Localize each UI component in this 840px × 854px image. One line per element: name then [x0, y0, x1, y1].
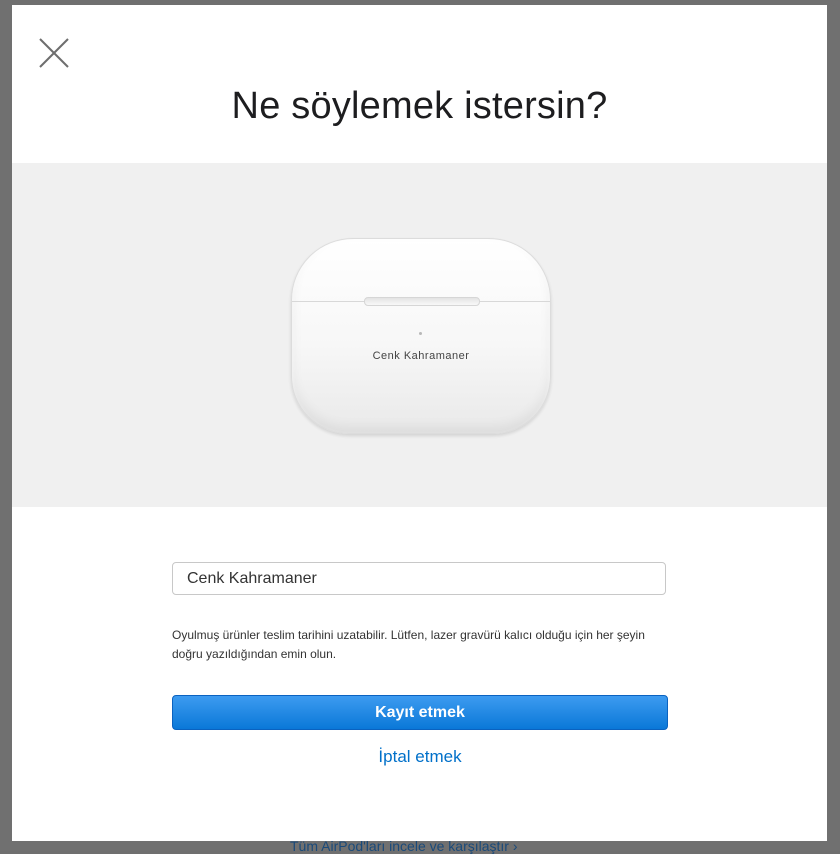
engraving-preview-text: Cenk Kahramaner [372, 350, 470, 362]
case-hinge [364, 297, 480, 306]
close-icon [39, 38, 69, 68]
engraving-preview: Cenk Kahramaner [12, 163, 827, 507]
save-button[interactable]: Kayıt etmek [172, 695, 668, 730]
engraving-modal: Ne söylemek istersin? Cenk Kahramaner Oy… [12, 5, 827, 841]
airpods-case-image: Cenk Kahramaner [291, 238, 551, 434]
cancel-link[interactable]: İptal etmek [172, 747, 668, 767]
modal-title: Ne söylemek istersin? [231, 85, 608, 127]
close-button[interactable] [36, 35, 72, 71]
engraving-notice: Oyulmuş ürünler teslim tarihini uzatabil… [172, 628, 645, 661]
engraving-input[interactable] [172, 562, 666, 595]
status-light [419, 332, 422, 335]
